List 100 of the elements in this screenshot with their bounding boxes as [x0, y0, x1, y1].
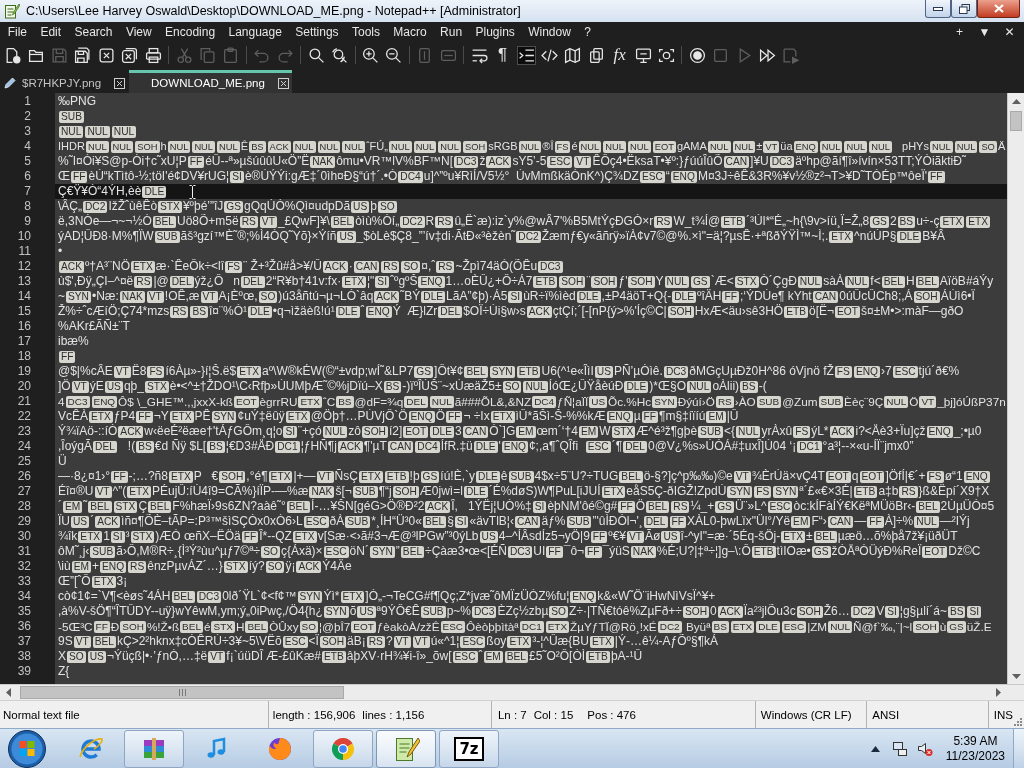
close-box-icon[interactable] [114, 77, 126, 89]
code-text: _£QwF]¥\ [277, 214, 330, 229]
scroll-right-arrow-icon[interactable] [996, 688, 1001, 697]
code-text: þ [370, 199, 377, 214]
close-tab-button[interactable]: ✕ [997, 23, 1022, 41]
page-plus-icon[interactable] [4, 46, 22, 64]
control-char-label: STX [211, 620, 235, 633]
control-char-label: NAK [310, 155, 336, 168]
code-text: 1 [103, 529, 110, 544]
code-text: ÷Çàæ3•œ<[ÉÑ [425, 544, 507, 559]
code-text: ¦ƒHÑ¶j [300, 439, 337, 454]
menu-item[interactable]: File [1, 23, 34, 41]
code-text: Ò`]G [489, 424, 516, 439]
minimize-button[interactable] [925, 0, 951, 18]
control-char-label: NUL [438, 140, 462, 153]
code-text: ë,3NÓe—¬~¬½Ó [58, 214, 152, 229]
new-tab-button[interactable]: + [947, 23, 972, 41]
search-icon[interactable] [307, 46, 325, 64]
code-text: ˆ [360, 304, 365, 319]
control-char-label: FF [928, 170, 945, 183]
record-icon[interactable] [688, 46, 706, 64]
scroll-left-arrow-icon[interactable] [6, 688, 11, 697]
monitor-icon[interactable] [634, 46, 652, 64]
control-char-label: NUL [664, 275, 689, 288]
close-box-icon[interactable] [277, 77, 289, 89]
line-number: 22 [16, 409, 31, 424]
start-orb-icon[interactable] [7, 728, 47, 768]
line-number: 31 [16, 544, 31, 559]
control-char-label: CAN [514, 515, 541, 528]
show-symbols-button[interactable]: ¶ [498, 46, 508, 64]
scrollbar-thumb[interactable] [20, 686, 344, 699]
speaker-muted-icon[interactable] [916, 740, 933, 757]
control-char-label: SOH [667, 305, 694, 318]
menu-item[interactable]: Window [521, 23, 578, 41]
code-text: ´ [90, 514, 95, 529]
taskbar-button[interactable] [124, 729, 184, 768]
code-text: œm´‘†4 [536, 424, 578, 439]
tab-list-button[interactable]: ▼ [972, 23, 997, 41]
control-char-label: SOH [392, 485, 419, 498]
control-char-label: SI [967, 605, 982, 618]
close-button[interactable] [977, 0, 1020, 18]
code-text: µæö…õ%þå7ž¥¡üðÜT [837, 529, 958, 544]
up-arrow-icon[interactable] [870, 745, 880, 752]
menu-item[interactable]: Run [433, 23, 469, 41]
resize-grip-icon[interactable] [1013, 717, 1022, 726]
code-tags-icon[interactable] [540, 46, 558, 64]
code-text: ¾ÈrÙä×vÇ4T [751, 469, 825, 484]
floppy-disks-icon[interactable] [74, 46, 92, 64]
taskbar-button[interactable] [376, 729, 436, 768]
menu-item[interactable]: Encoding [158, 23, 222, 41]
control-char-label: US [357, 605, 376, 618]
code-text: µ [633, 409, 641, 424]
restore-button[interactable] [951, 0, 977, 18]
code-text: ]Ôt¥¢ [434, 364, 464, 379]
line-number: 17 [16, 334, 31, 349]
line-count-label: lines : 1,156 [362, 708, 425, 721]
control-char-label: NUL [884, 395, 909, 408]
menu-item[interactable]: Tools [345, 23, 387, 41]
menu-item[interactable]: Search [67, 23, 120, 41]
menu-item[interactable]: Plugins [468, 23, 522, 41]
frame-target-icon[interactable] [657, 46, 675, 64]
control-char-label: EOT [234, 395, 259, 408]
fast-forward-icon[interactable] [759, 46, 777, 64]
control-char-label: DLE [576, 290, 601, 303]
code-text: zô [348, 424, 361, 439]
menu-item[interactable]: Settings [288, 23, 346, 41]
code-text: Byüª [684, 619, 711, 633]
menu-item[interactable]: ? [577, 23, 598, 41]
menu-item[interactable]: Edit [33, 23, 68, 41]
network-computer-icon[interactable] [891, 740, 908, 757]
zoom-in-icon[interactable] [362, 46, 380, 64]
code-text: h [160, 139, 167, 154]
scrollbar-thumb[interactable] [1010, 111, 1022, 131]
horizontal-scrollbar[interactable] [0, 684, 1007, 700]
printer-icon[interactable] [144, 46, 162, 64]
indent-guide-icon[interactable] [517, 46, 535, 64]
code-text: žÒÅªÒÜýÐ%ReÏ [831, 544, 922, 559]
code-text: q [851, 469, 859, 484]
tab[interactable]: DOWNLOAD_ME.png [129, 70, 292, 93]
code-text: !( [126, 439, 136, 454]
control-char-label: NUL [819, 140, 843, 153]
menu-item[interactable]: View [119, 23, 159, 41]
close-all-icon[interactable] [121, 46, 139, 64]
menu-item[interactable]: Language [221, 23, 289, 41]
code-text: è®ÙÝÝi:gÆ‡´0ìh¤Ð§“ú†´.•Ó [244, 169, 398, 184]
zoom-out-icon[interactable] [385, 46, 403, 64]
control-char-label: BS [711, 620, 729, 633]
scroll-up-arrow-icon[interactable] [1011, 98, 1021, 104]
scroll-down-arrow-icon[interactable] [1011, 673, 1021, 679]
control-char-label: EM [71, 560, 91, 573]
code-text: ¬Ýüçß|•·’ƒnÓ,…‡ë [106, 649, 208, 664]
map-icon[interactable] [564, 46, 582, 64]
taskbar-button[interactable] [313, 729, 373, 768]
search-replace-icon[interactable] [331, 46, 349, 64]
documents-icon[interactable] [587, 46, 605, 64]
taskbar-button[interactable]: 7z [439, 729, 499, 768]
vertical-scrollbar[interactable] [1007, 93, 1024, 684]
function-list-button[interactable]: fx [613, 46, 626, 64]
menu-item[interactable]: Macro [386, 23, 434, 41]
close-file-icon[interactable] [97, 46, 115, 64]
